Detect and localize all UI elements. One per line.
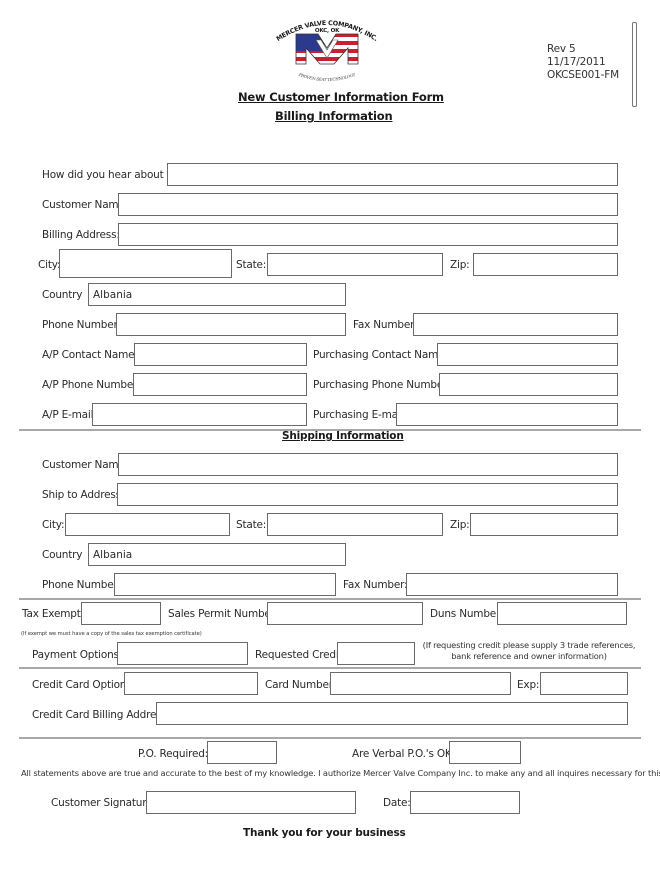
purchasing-contact-input[interactable] <box>437 343 618 366</box>
tax-exempt-label: Tax Exempt: <box>22 608 84 620</box>
cc-options-label: Credit Card Options: <box>32 679 135 691</box>
ship-customer-name-label: Customer Name: <box>42 459 129 471</box>
ap-email-input[interactable] <box>92 403 307 426</box>
logo-graphic: MERCER VALVE COMPANY, INC. OKC, OK PROVE… <box>275 19 380 82</box>
divider <box>19 667 641 669</box>
ship-zip-label: Zip: <box>450 519 470 531</box>
country-label: Country <box>42 289 83 301</box>
revision-date: 11/17/2011 <box>547 56 606 68</box>
verbal-po-input[interactable] <box>449 741 521 764</box>
ship-city-label: City: <box>42 519 65 531</box>
ship-country-label: Country <box>42 549 83 561</box>
date-input[interactable] <box>410 791 520 814</box>
phone-input[interactable] <box>116 313 346 336</box>
city-input[interactable] <box>59 249 232 278</box>
ship-city-input[interactable] <box>65 513 230 536</box>
fax-label: Fax Number: <box>353 319 418 331</box>
zip-label: Zip: <box>450 259 470 271</box>
country-input[interactable] <box>88 283 346 306</box>
hear-about-input[interactable] <box>167 163 618 186</box>
exp-label: Exp: <box>517 679 540 691</box>
sales-permit-input[interactable] <box>267 602 423 625</box>
requested-credit-label: Requested Credit: <box>255 649 346 661</box>
scrollbar[interactable] <box>632 22 637 107</box>
section-title-billing: Billing Information <box>275 109 393 123</box>
verbal-po-label: Are Verbal P.O.'s OK: <box>352 748 455 760</box>
hear-about-label: How did you hear about us: <box>42 169 182 181</box>
ship-phone-label: Phone Number: <box>42 579 121 591</box>
revision-label: Rev 5 <box>547 43 576 55</box>
authorization-statement: All statements above are true and accura… <box>21 768 660 778</box>
po-required-label: P.O. Required: <box>138 748 209 760</box>
ship-state-input[interactable] <box>267 513 443 536</box>
date-label: Date: <box>383 797 411 809</box>
state-input[interactable] <box>267 253 443 276</box>
sales-permit-label: Sales Permit Number: <box>168 608 278 620</box>
customer-name-input[interactable] <box>118 193 618 216</box>
purchasing-email-label: Purchasing E-mail: <box>313 409 407 421</box>
ap-phone-label: A/P Phone Number: <box>42 379 141 391</box>
billing-address-input[interactable] <box>118 223 618 246</box>
ap-email-label: A/P E-mail: <box>42 409 97 421</box>
ap-phone-input[interactable] <box>133 373 307 396</box>
purchasing-phone-input[interactable] <box>439 373 618 396</box>
purchasing-phone-label: Purchasing Phone Number: <box>313 379 451 391</box>
ship-country-input[interactable] <box>88 543 346 566</box>
state-label: State: <box>236 259 267 271</box>
ship-customer-name-input[interactable] <box>118 453 618 476</box>
ship-address-input[interactable] <box>117 483 618 506</box>
zip-input[interactable] <box>473 253 618 276</box>
city-label: City: <box>38 259 61 271</box>
ship-zip-input[interactable] <box>470 513 618 536</box>
purchasing-email-input[interactable] <box>396 403 618 426</box>
card-number-input[interactable] <box>330 672 511 695</box>
tax-exempt-input[interactable] <box>81 602 161 625</box>
cc-options-input[interactable] <box>124 672 258 695</box>
credit-note: (If requesting credit please supply 3 tr… <box>422 640 636 661</box>
billing-address-label: Billing Address: <box>42 229 120 241</box>
po-required-input[interactable] <box>207 741 277 764</box>
cc-billing-address-input[interactable] <box>156 702 628 725</box>
cc-billing-address-label: Credit Card Billing Address: <box>32 709 171 721</box>
logo-tagline: PROVEN-SEAT TECHNOLOGY <box>297 72 356 82</box>
signature-input[interactable] <box>146 791 356 814</box>
exempt-note: (If exempt we must have a copy of the sa… <box>21 631 202 637</box>
duns-input[interactable] <box>497 602 627 625</box>
divider <box>19 737 641 739</box>
logo-city-text: OKC, OK <box>315 28 340 34</box>
thank-you-message: Thank you for your business <box>243 827 406 839</box>
card-number-label: Card Number: <box>265 679 337 691</box>
ship-fax-input[interactable] <box>406 573 618 596</box>
company-logo: MERCER VALVE COMPANY, INC. OKC, OK PROVE… <box>268 14 386 88</box>
requested-credit-input[interactable] <box>337 642 415 665</box>
payment-options-input[interactable] <box>117 642 248 665</box>
ship-address-label: Ship to Address: <box>42 489 125 501</box>
ship-state-label: State: <box>236 519 267 531</box>
payment-options-label: Payment Options: <box>32 649 123 661</box>
duns-label: Duns Number: <box>430 608 504 620</box>
phone-label: Phone Number: <box>42 319 121 331</box>
customer-name-label: Customer Name: <box>42 199 129 211</box>
ap-contact-label: A/P Contact Name: <box>42 349 138 361</box>
ap-contact-input[interactable] <box>134 343 307 366</box>
divider <box>19 598 641 600</box>
section-title-shipping: Shipping Information <box>282 430 404 442</box>
fax-input[interactable] <box>413 313 618 336</box>
form-title: New Customer Information Form <box>238 90 444 104</box>
purchasing-contact-label: Purchasing Contact Name: <box>313 349 448 361</box>
ship-fax-label: Fax Number: <box>343 579 408 591</box>
document-code: OKCSE001-FM <box>547 69 619 81</box>
exp-input[interactable] <box>540 672 628 695</box>
signature-label: Customer Signature: <box>51 797 156 809</box>
ship-phone-input[interactable] <box>114 573 336 596</box>
